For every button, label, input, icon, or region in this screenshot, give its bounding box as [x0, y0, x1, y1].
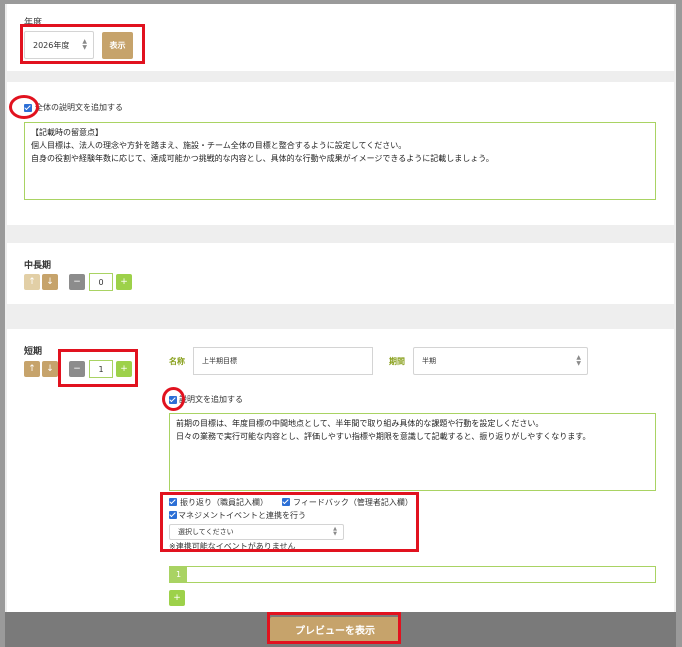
highlight-preview-button	[267, 612, 401, 644]
overall-description-checkbox-label: 全体の説明文を追加する	[35, 103, 123, 112]
select-arrows-icon: ▲ ▼	[576, 354, 581, 367]
mid-term-move-down-button[interactable]: ↓	[42, 274, 58, 290]
add-tab-button[interactable]: +	[169, 590, 185, 606]
name-label: 名称	[169, 357, 185, 366]
short-term-move-down-button[interactable]: ↓	[42, 361, 58, 377]
name-input[interactable]: 上半期目標	[193, 347, 373, 375]
short-term-description-textarea[interactable]: 前期の目標は、年度目標の中間地点として、半年間で取り組み具体的な課題や行動を設定…	[169, 413, 656, 491]
period-select[interactable]: 半期 ▲ ▼	[413, 347, 588, 375]
mid-term-title: 中長期	[24, 261, 52, 271]
mid-term-panel: 中長期 ↑ ↓ − 0 +	[7, 243, 674, 304]
mid-term-count-input[interactable]: 0	[89, 273, 113, 291]
highlight-description-checkbox	[162, 387, 185, 411]
highlight-options	[160, 492, 419, 552]
goal-tab-bar: 1	[169, 566, 656, 583]
highlight-year-selector	[20, 24, 145, 64]
highlight-overall-checkbox	[9, 95, 39, 119]
highlight-short-term-counter	[58, 349, 138, 387]
period-label: 期間	[389, 357, 405, 366]
description-checkbox-label: 説明文を追加する	[179, 395, 243, 404]
overall-description-panel: 全体の説明文を追加する 【記載時の留意点】 個人目標は、法人の理念や方針を踏まえ…	[7, 82, 674, 225]
short-term-title: 短期	[24, 347, 43, 357]
goal-tab-1[interactable]: 1	[170, 567, 187, 582]
overall-description-textarea[interactable]: 【記載時の留意点】 個人目標は、法人の理念や方針を踏まえ、施設・チーム全体の目標…	[24, 122, 656, 200]
short-term-move-up-button[interactable]: ↑	[24, 361, 40, 377]
period-select-value: 半期	[422, 357, 436, 365]
mid-term-move-up-button[interactable]: ↑	[24, 274, 40, 290]
page-frame: 年度 2026年度 ▲ ▼ 表示 全体の説明文を追加する 【記載時の留意点】 個人…	[5, 4, 676, 647]
mid-term-plus-button[interactable]: +	[116, 274, 132, 290]
mid-term-minus-button[interactable]: −	[69, 274, 85, 290]
